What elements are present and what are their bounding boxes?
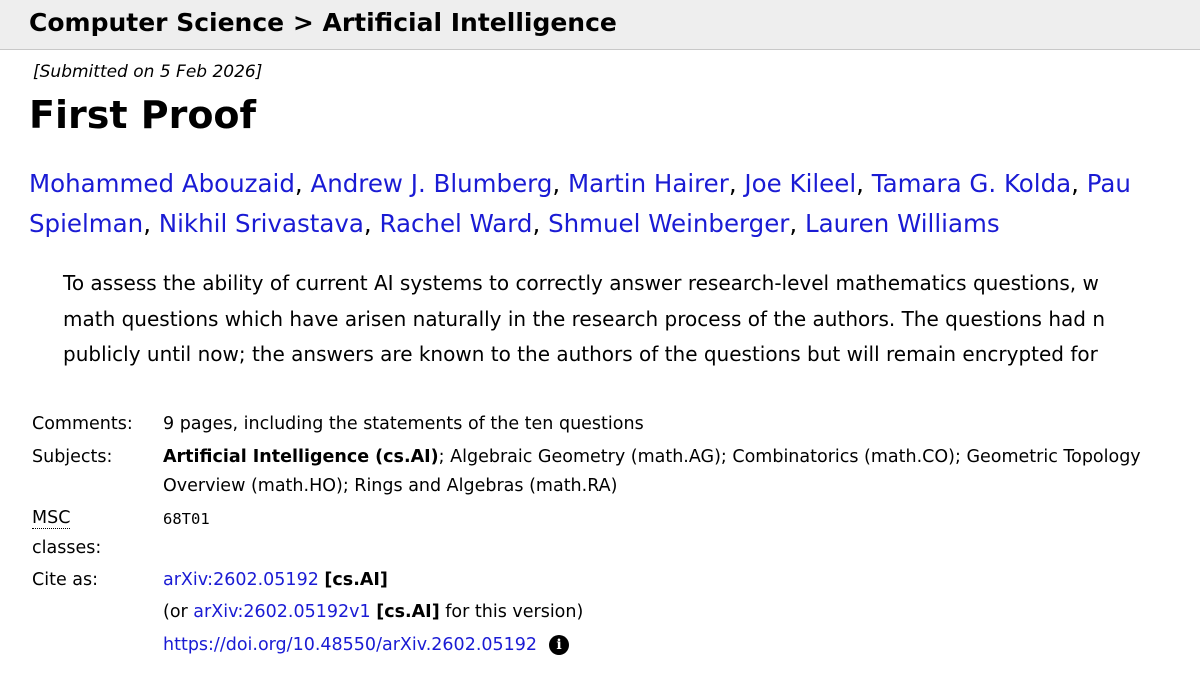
subjects-label: Subjects: [32,447,113,467]
breadcrumb[interactable]: Computer Science > Artificial Intelligen… [29,8,617,37]
comments-label: Comments: [32,414,133,434]
author-link[interactable]: Rachel Ward [379,209,532,238]
cite-version-prefix: (or [163,602,194,622]
author-link[interactable]: Mohammed Abouzaid [29,169,295,198]
author-list: Mohammed Abouzaid, Andrew J. Blumberg, M… [29,164,1200,244]
msc-abbreviation[interactable]: MSC [32,508,71,529]
arxiv-id-link[interactable]: arXiv:2602.05192 [163,570,319,590]
msc-label-classes: classes: [32,538,102,558]
paper-title: First Proof [29,93,257,137]
abstract: To assess the ability of current AI syst… [63,266,1105,373]
abstract-line: To assess the ability of current AI syst… [63,271,1099,295]
header-bar: Computer Science > Artificial Intelligen… [0,0,1200,50]
author-separator: , [363,209,380,238]
author-row-1: Mohammed Abouzaid, Andrew J. Blumberg, M… [29,164,1200,204]
author-link[interactable]: Spielman [29,209,143,238]
doi-line: https://doi.org/10.48550/arXiv.2602.0519… [163,635,570,655]
abstract-line: math questions which have arisen natural… [63,306,1105,331]
author-link[interactable]: Shmuel Weinberger [548,209,789,238]
author-link[interactable]: Pau [1087,169,1131,198]
abstract-line: publicly until now; the answers are know… [63,342,1098,366]
info-icon[interactable]: i [549,635,570,655]
author-link[interactable]: Joe Kileel [744,169,856,198]
author-separator: , [856,169,872,198]
cite-version-line: (or arXiv:2602.05192v1 [cs.AI] for this … [163,602,583,622]
author-link[interactable]: Lauren Williams [805,209,1000,238]
author-separator: , [1071,169,1087,198]
author-separator: , [552,169,568,198]
cite-version-category: [cs.AI] [376,602,440,622]
author-separator: , [789,209,805,238]
submission-date: [Submitted on 5 Feb 2026] [33,62,263,82]
author-link[interactable]: Andrew J. Blumberg [310,169,552,198]
msc-label: MSC [32,508,71,529]
cite-category: [cs.AI] [324,570,388,590]
doi-link[interactable]: https://doi.org/10.48550/arXiv.2602.0519… [163,635,537,655]
subjects-line-2: Overview (math.HO); Rings and Algebras (… [163,476,618,496]
msc-value: 68T01 [163,510,210,528]
cite-label: Cite as: [32,570,99,590]
author-link[interactable]: Nikhil Srivastava [159,209,364,238]
author-link[interactable]: Tamara G. Kolda [872,169,1071,198]
author-separator: , [532,209,549,238]
author-link[interactable]: Martin Hairer [568,169,729,198]
primary-subject: Artificial Intelligence (cs.AI) [163,447,439,467]
other-subjects: ; Algebraic Geometry (math.AG); Combinat… [438,447,1141,467]
author-separator: , [294,169,311,198]
author-separator: , [143,209,159,238]
author-row-2: Spielman, Nikhil Srivastava, Rachel Ward… [29,204,1200,244]
arxiv-version-link[interactable]: arXiv:2602.05192v1 [193,602,370,622]
cite-line: arXiv:2602.05192 [cs.AI] [163,570,388,590]
cite-version-suffix: for this version) [439,602,584,622]
comments-value: 9 pages, including the statements of the… [163,414,644,434]
author-separator: , [728,169,745,198]
subjects-line-1: Artificial Intelligence (cs.AI); Algebra… [163,447,1141,467]
